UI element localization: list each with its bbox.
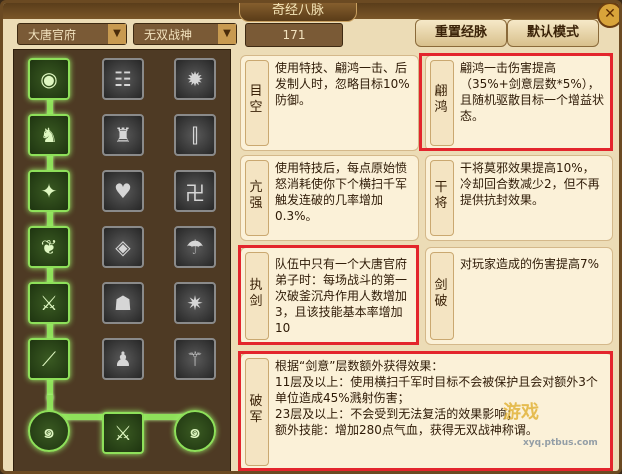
shadow-icon[interactable]: ♜ — [102, 114, 144, 156]
sword-icon[interactable]: ⚔ — [28, 282, 70, 324]
school-select[interactable]: 大唐官府 ▼ — [17, 23, 127, 45]
reset-meridian-button[interactable]: 重置经脉 — [415, 19, 507, 47]
close-button[interactable]: ✕ — [597, 3, 619, 28]
spear-icon[interactable]: ⚚ — [174, 338, 216, 380]
chevron-down-icon: ▼ — [108, 24, 126, 44]
card-name: 亢强 — [249, 180, 263, 211]
default-mode-button[interactable]: 默认模式 — [507, 19, 599, 47]
rider-icon[interactable]: ♞ — [28, 114, 70, 156]
scroll-icon[interactable]: ☷ — [102, 58, 144, 100]
warrior-icon[interactable]: ✦ — [28, 170, 70, 212]
window-title: 奇经八脉 — [239, 3, 357, 22]
meridian-window: 奇经八脉 ✕ 大唐官府 ▼ 无双战神 ▼ 171 重置经脉 默认模式 ◉ ♞ ✦… — [0, 0, 622, 474]
card-ganjiang[interactable]: 干将 干将莫邪效果提高10%，冷却回合数减少2，但不再提供抗封效果。 — [425, 155, 613, 241]
demon-icon[interactable]: ✹ — [174, 58, 216, 100]
blades-icon[interactable]: ⫿ — [174, 114, 216, 156]
card-desc: 对玩家造成的伤害提高7% — [460, 257, 600, 271]
eye-icon[interactable]: ◉ — [28, 58, 70, 100]
card-mukong[interactable]: 目空 使用特技、翩鸿一击、后发制人时，忽略目标10%防御。 — [240, 55, 419, 151]
card-jianpo[interactable]: 剑破 对玩家造成的伤害提高7% — [425, 247, 613, 345]
watermark-logo: 游戏 xyq.ptbus.com — [503, 398, 615, 468]
hearts-icon[interactable]: ♥ — [102, 170, 144, 212]
storm-icon[interactable]: ☂ — [174, 226, 216, 268]
seal-icon[interactable]: 卍 — [174, 170, 216, 212]
brave-icon[interactable]: ◈ — [102, 226, 144, 268]
monk-icon[interactable]: ♟ — [102, 338, 144, 380]
faction-select-value: 无双战神 — [144, 28, 193, 42]
card-desc: 使用特技后，每点原始愤怒消耗使你下个横扫千军触发连破的几率增加0.3%。 — [275, 161, 408, 223]
highlight-box — [419, 53, 613, 151]
swirl-icon[interactable]: ๑ — [28, 410, 70, 452]
watermark-main: 游戏 — [503, 402, 539, 423]
triple-sword-icon[interactable]: ⚔ — [102, 412, 144, 454]
points-count: 171 — [245, 23, 343, 47]
card-desc: 干将莫邪效果提高10%，冷却回合数减少2，但不再提供抗封效果。 — [460, 161, 600, 207]
chevron-down-icon: ▼ — [218, 24, 236, 44]
card-kangqiang[interactable]: 亢强 使用特技后，每点原始愤怒消耗使你下个横扫千军触发连破的几率增加0.3%。 — [240, 155, 419, 241]
figure-icon[interactable]: ☗ — [102, 282, 144, 324]
watermark-url: xyq.ptbus.com — [523, 438, 598, 448]
card-name: 剑破 — [434, 278, 448, 309]
slash-icon[interactable]: ⟋ — [28, 338, 70, 380]
card-name: 干将 — [434, 180, 448, 211]
highlight-box — [238, 245, 419, 345]
school-select-value: 大唐官府 — [28, 28, 77, 42]
faction-select[interactable]: 无双战神 ▼ — [133, 23, 237, 45]
break-icon[interactable]: ✷ — [174, 282, 216, 324]
meridian-tree: ◉ ♞ ✦ ❦ ⚔ ⟋ ☷ ♜ ♥ ◈ ☗ ♟ ✹ ⫿ 卍 ☂ ✷ ⚚ ๑ ⚔ … — [13, 49, 231, 471]
heart-icon[interactable]: ❦ — [28, 226, 70, 268]
swirl-icon[interactable]: ๑ — [174, 410, 216, 452]
card-name: 目空 — [249, 84, 263, 115]
card-desc: 使用特技、翩鸿一击、后发制人时，忽略目标10%防御。 — [275, 61, 410, 107]
